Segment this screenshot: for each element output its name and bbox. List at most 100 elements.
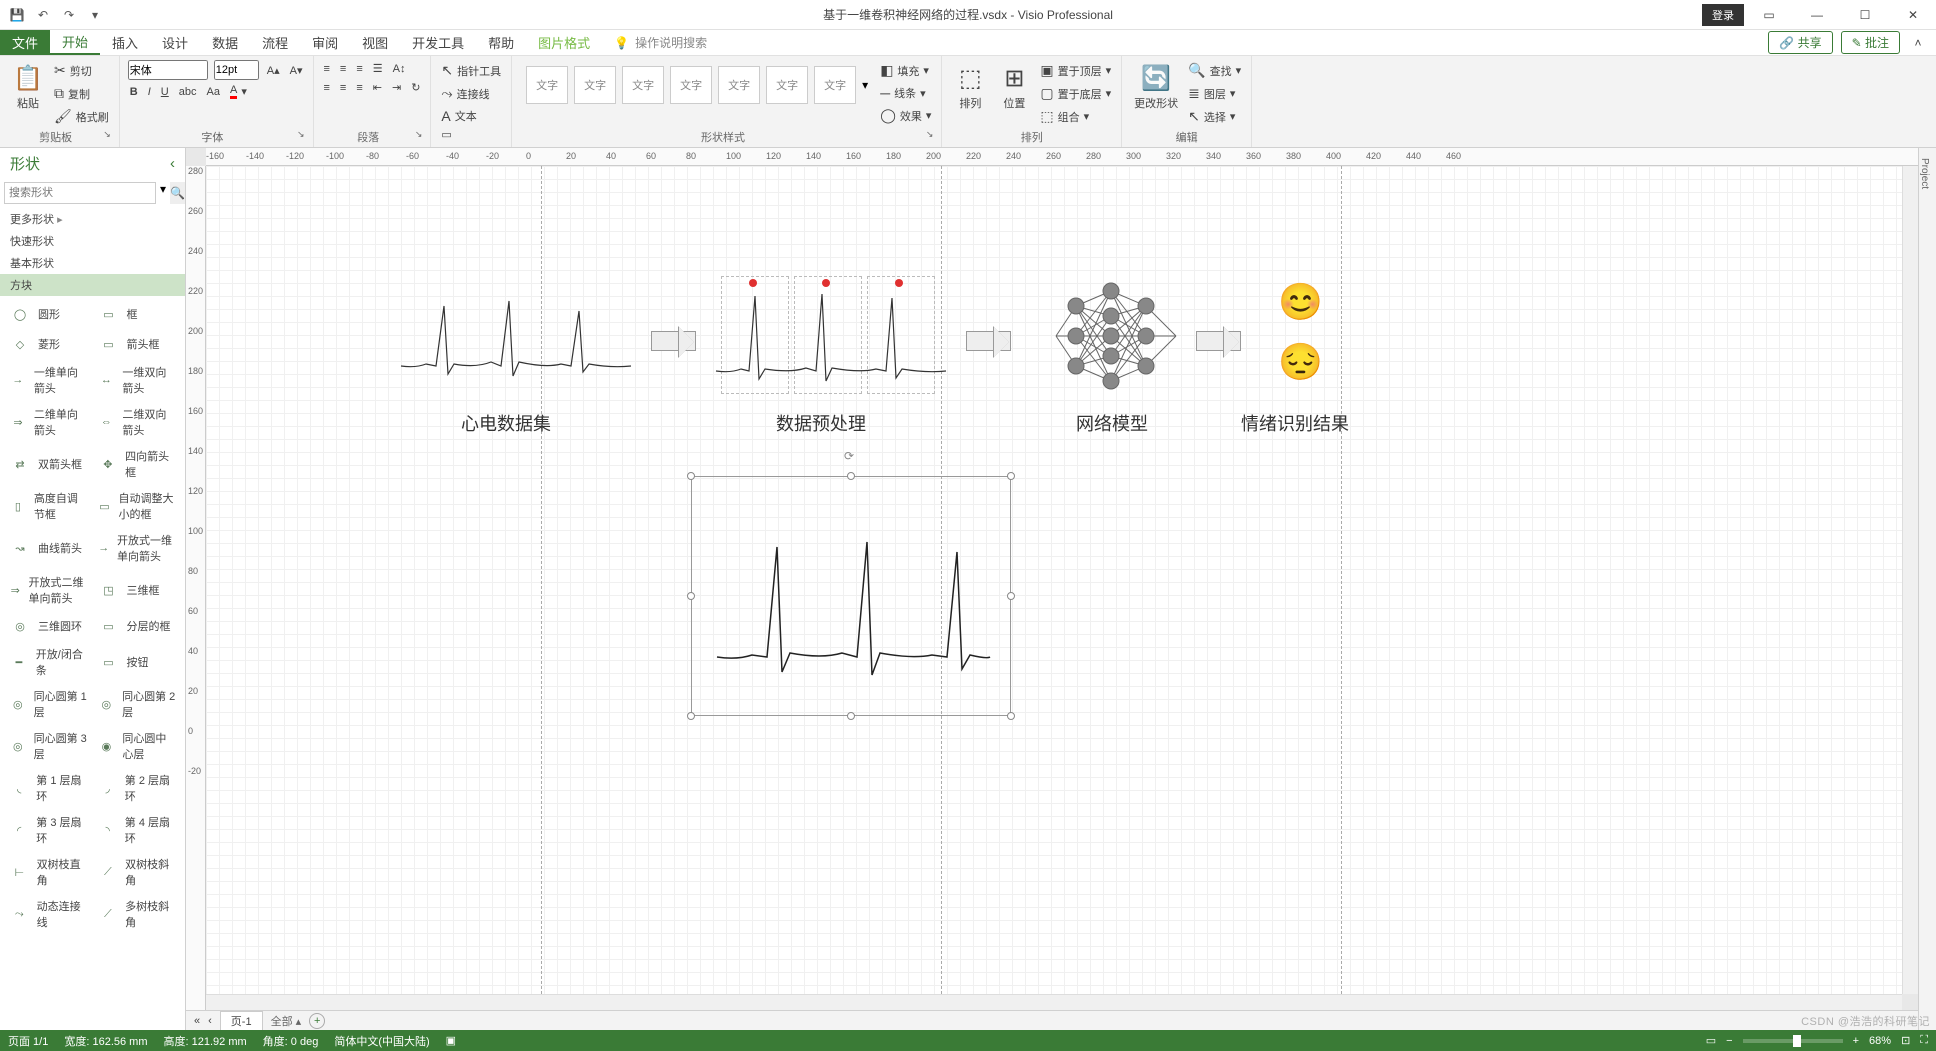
pan-zoom-icon[interactable]: ⛶ (1920, 1034, 1928, 1047)
shape-stencil-item[interactable]: ▯高度自调节框 (6, 486, 91, 526)
ecg-preprocess-shape[interactable] (711, 276, 951, 396)
zoom-slider[interactable] (1743, 1039, 1843, 1043)
pointer-tool-button[interactable]: ↖指针工具 (439, 60, 503, 81)
shape-stencil-item[interactable]: ◎三维圆环 (6, 612, 91, 640)
resize-handle[interactable] (847, 712, 855, 720)
shape-stencil-item[interactable]: ⇒二维单向箭头 (6, 402, 91, 442)
resize-handle[interactable] (847, 472, 855, 480)
horizontal-scrollbar[interactable] (206, 994, 1902, 1010)
shape-style-gallery[interactable]: 文字 文字 文字 文字 文字 文字 文字 ▾ (520, 60, 874, 110)
text-tool-button[interactable]: A文本 (439, 106, 478, 126)
tab-developer[interactable]: 开发工具 (400, 30, 476, 55)
zoom-out-icon[interactable]: − (1726, 1035, 1732, 1047)
send-back-button[interactable]: ▢置于底层 ▾ (1038, 83, 1113, 104)
search-icon[interactable]: 🔍 (170, 182, 185, 204)
shape-stencil-item[interactable]: ▭分层的框 (95, 612, 180, 640)
strikethrough-button[interactable]: abc (177, 84, 199, 100)
label-ecg-dataset[interactable]: 心电数据集 (461, 410, 551, 436)
shape-stencil-item[interactable]: ◇菱形 (6, 330, 91, 358)
dialog-launcher-icon[interactable]: ↘ (103, 129, 111, 140)
line-button[interactable]: ─线条 ▾ (878, 83, 933, 103)
shape-stencil-item[interactable]: ◳三维框 (95, 570, 180, 610)
shape-stencil-item[interactable]: ◞第 2 层扇环 (95, 768, 180, 808)
align-top-icon[interactable]: ≡ (322, 61, 332, 77)
label-result[interactable]: 情绪识别结果 (1241, 410, 1349, 436)
shape-stencil-item[interactable]: ◉同心圆中心层 (95, 726, 180, 766)
shape-stencil-item[interactable]: ◎同心圆第 3 层 (6, 726, 91, 766)
search-dropdown-icon[interactable]: ▾ (160, 182, 166, 204)
vertical-scrollbar[interactable] (1902, 166, 1918, 994)
tab-insert[interactable]: 插入 (100, 30, 150, 55)
font-size-select[interactable] (214, 60, 259, 80)
status-language[interactable]: 简体中文(中国大陆) (334, 1033, 429, 1049)
shapes-basic[interactable]: 基本形状 (0, 252, 185, 274)
shape-stencil-item[interactable]: ⤳动态连接线 (6, 894, 91, 934)
fill-button[interactable]: ◧填充 ▾ (878, 60, 933, 81)
copy-button[interactable]: ⧉复制 (52, 83, 111, 104)
label-preprocess[interactable]: 数据预处理 (776, 410, 866, 436)
increase-font-icon[interactable]: A▴ (265, 62, 282, 79)
shape-stencil-item[interactable]: →开放式一维单向箭头 (95, 528, 180, 568)
resize-handle[interactable] (687, 592, 695, 600)
style-preset[interactable]: 文字 (670, 66, 712, 104)
align-left-icon[interactable]: ≡ (322, 80, 332, 96)
paste-button[interactable]: 📋 粘贴 (8, 60, 48, 115)
rotate-handle-icon[interactable]: ⟳ (844, 449, 858, 463)
shapes-search-input[interactable] (4, 182, 156, 204)
shape-stencil-item[interactable]: ✥四向箭头框 (95, 444, 180, 484)
decrease-indent-icon[interactable]: ⇤ (371, 79, 384, 96)
tab-design[interactable]: 设计 (150, 30, 200, 55)
change-shape-button[interactable]: 🔄更改形状 (1130, 60, 1182, 115)
text-direction-icon[interactable]: A↕ (391, 61, 408, 77)
shape-stencil-item[interactable]: ▭按钮 (95, 642, 180, 682)
bullets-icon[interactable]: ☰ (371, 60, 385, 77)
shape-stencil-item[interactable]: ◜第 3 层扇环 (6, 810, 91, 850)
close-icon[interactable]: ✕ (1890, 0, 1936, 30)
shape-stencil-item[interactable]: ▭框 (95, 300, 180, 328)
shape-stencil-item[interactable]: ↔一维双向箭头 (95, 360, 180, 400)
rail-project[interactable]: Project (1919, 148, 1930, 189)
resize-handle[interactable] (1007, 472, 1015, 480)
select-button[interactable]: ↖选择 ▾ (1186, 106, 1243, 127)
resize-handle[interactable] (687, 472, 695, 480)
font-color-button[interactable]: A▾ (228, 82, 249, 101)
tab-data[interactable]: 数据 (200, 30, 250, 55)
login-button[interactable]: 登录 (1702, 4, 1744, 26)
label-network[interactable]: 网络模型 (1076, 410, 1148, 436)
style-preset[interactable]: 文字 (622, 66, 664, 104)
underline-button[interactable]: U (159, 84, 171, 100)
tab-process[interactable]: 流程 (250, 30, 300, 55)
resize-handle[interactable] (687, 712, 695, 720)
align-center-icon[interactable]: ≡ (338, 80, 348, 96)
shape-stencil-item[interactable]: ⇄双箭头框 (6, 444, 91, 484)
layers-button[interactable]: ≣图层 ▾ (1186, 83, 1243, 104)
increase-indent-icon[interactable]: ⇥ (390, 79, 403, 96)
resize-handle[interactable] (1007, 592, 1015, 600)
minimize-icon[interactable]: ― (1794, 0, 1840, 30)
page-all-button[interactable]: 全部 ▴ (271, 1013, 302, 1029)
drawing-canvas[interactable]: 心电数据集 数据预处理 (206, 166, 1902, 994)
undo-icon[interactable]: ↶ (34, 6, 52, 24)
style-preset[interactable]: 文字 (766, 66, 808, 104)
font-name-select[interactable] (128, 60, 208, 80)
format-painter-button[interactable]: 🖌格式刷 (52, 106, 111, 127)
tab-home[interactable]: 开始 (50, 30, 100, 55)
macro-record-icon[interactable]: ▣ (446, 1034, 456, 1047)
cut-button[interactable]: ✂剪切 (52, 60, 111, 81)
find-button[interactable]: 🔍查找 ▾ (1186, 60, 1243, 81)
shape-stencil-item[interactable]: ⟋多树枝斜角 (95, 894, 180, 934)
ecg-dataset-shape[interactable] (396, 276, 636, 396)
annotate-button[interactable]: ✎ 批注 (1841, 31, 1900, 54)
rectangle-tool-icon[interactable]: ▭ (439, 126, 503, 143)
decrease-font-icon[interactable]: A▾ (288, 62, 305, 79)
collapse-ribbon-icon[interactable]: ˄ (1908, 36, 1928, 50)
arrow-3[interactable] (1196, 331, 1241, 351)
tab-view[interactable]: 视图 (350, 30, 400, 55)
arrow-1[interactable] (651, 331, 696, 351)
shape-stencil-item[interactable]: ▭箭头框 (95, 330, 180, 358)
tab-review[interactable]: 审阅 (300, 30, 350, 55)
shape-stencil-item[interactable]: ◎同心圆第 1 层 (6, 684, 91, 724)
shapes-quick[interactable]: 快速形状 (0, 230, 185, 252)
shape-stencil-item[interactable]: ⇒开放式二维单向箭头 (6, 570, 91, 610)
shape-stencil-item[interactable]: ⟋双树枝斜角 (95, 852, 180, 892)
